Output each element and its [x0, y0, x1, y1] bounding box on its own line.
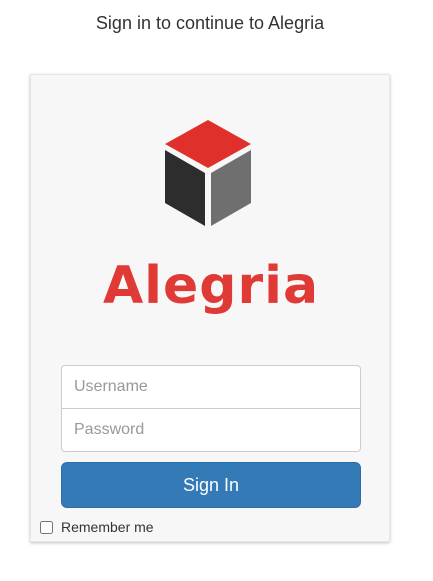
login-page: Sign in to continue to Alegria Alegria S…	[0, 0, 433, 581]
remember-me-row[interactable]: Remember me	[40, 519, 154, 535]
login-card: Alegria Sign In Remember me	[30, 74, 390, 542]
remember-me-checkbox[interactable]	[40, 520, 53, 534]
username-input[interactable]	[61, 365, 361, 409]
cube-icon	[165, 120, 251, 226]
page-heading: Sign in to continue to Alegria	[95, 13, 325, 33]
sign-in-button[interactable]: Sign In	[61, 462, 361, 508]
logo-text: Alegria	[102, 256, 320, 316]
remember-me-label: Remember me	[61, 519, 154, 535]
credentials-group	[61, 365, 361, 452]
password-input[interactable]	[61, 408, 361, 452]
